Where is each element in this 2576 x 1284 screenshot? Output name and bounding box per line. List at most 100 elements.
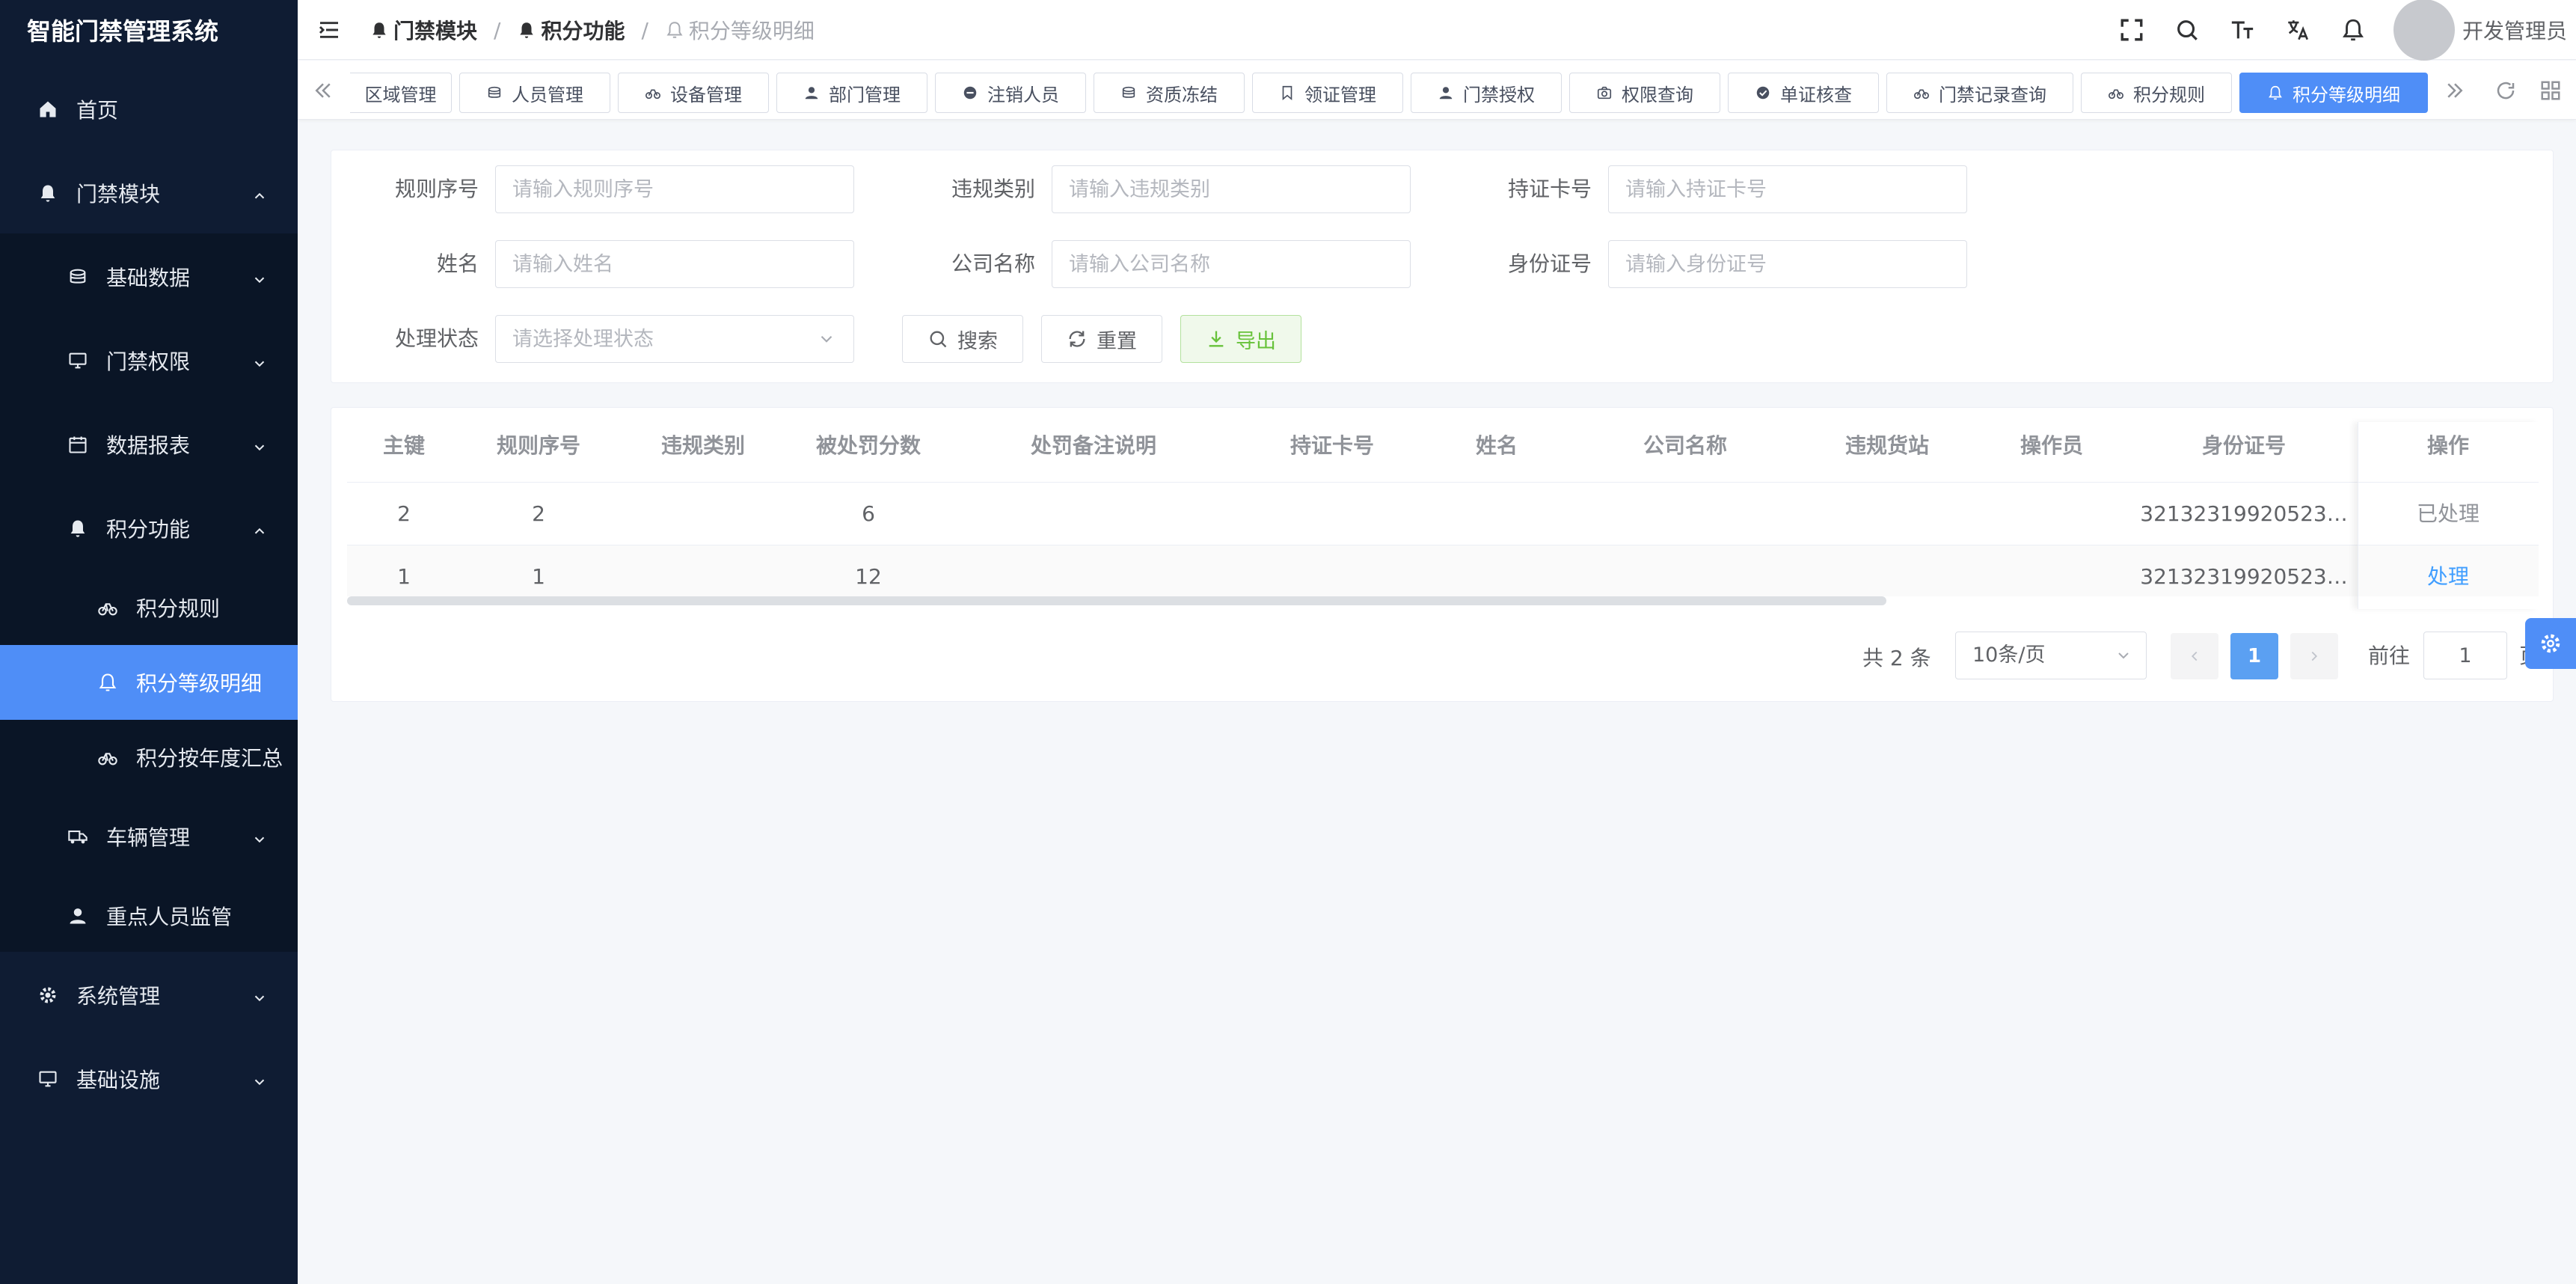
tag-permission-query[interactable]: 权限查询 [1569,73,1720,113]
page-size-value: 10条/页 [1972,643,2046,667]
export-button[interactable]: 导出 [1180,315,1301,363]
table-horizontal-scrollbar[interactable] [347,596,1886,605]
violation-category-input[interactable] [1052,165,1411,213]
double-chevron-right-icon[interactable] [2441,77,2468,104]
bookmark-icon [1279,85,1295,101]
tag-label: 积分等级明细 [2293,84,2400,106]
font-size-icon[interactable] [2227,15,2257,45]
avatar[interactable] [2393,0,2455,61]
hamburger-icon[interactable] [317,18,341,42]
search-button[interactable]: 搜索 [902,315,1023,363]
sidebar-item-label: 门禁权限 [106,349,191,374]
bicycle-icon [2108,85,2124,101]
app-title: 智能门禁管理系统 [27,17,219,46]
sidebar-item-key-personnel[interactable]: 重点人员监管 [0,877,298,955]
sidebar-item-data-report[interactable]: 数据报表 [0,406,298,483]
sidebar-item-label: 车辆管理 [106,825,191,850]
sidebar-item-basic-data[interactable]: 基础数据 [0,238,298,316]
sidebar-item-label: 积分功能 [106,517,191,542]
tag-region-management[interactable]: 区域管理 [350,73,452,113]
bell-icon [372,22,386,38]
tags-view-bar: 区域管理 人员管理 设备管理 部门管理 注销人员 资质冻结 领证管理 门禁授权 … [298,61,2576,120]
bicycle-icon [96,745,120,769]
refresh-icon[interactable] [2492,77,2519,104]
column-header-company: 公司名称 [1643,433,1727,458]
sidebar-item-vehicle-management[interactable]: 车辆管理 [0,798,298,875]
sidebar-item-access-module[interactable]: 门禁模块 [0,154,298,232]
tag-personnel-management[interactable]: 人员管理 [459,73,610,113]
cell-id-card: 32132319920523… [2140,501,2348,526]
tag-deregistered-personnel[interactable]: 注销人员 [935,73,1086,113]
tag-label: 人员管理 [512,84,583,106]
sidebar-item-access-permission[interactable]: 门禁权限 [0,322,298,400]
tag-device-management[interactable]: 设备管理 [618,73,769,113]
sidebar-item-home[interactable]: 首页 [0,70,298,148]
process-button[interactable]: 处理 [2358,545,2539,608]
sidebar-item-label: 基础数据 [106,266,191,290]
tag-qualification-freeze[interactable]: 资质冻结 [1094,73,1245,113]
translate-icon[interactable] [2283,15,2313,45]
tag-license-management[interactable]: 领证管理 [1252,73,1403,113]
tag-department-management[interactable]: 部门管理 [776,73,927,113]
search-icon [927,328,948,349]
tag-label: 权限查询 [1622,84,1693,106]
card-no-input[interactable] [1608,165,1967,213]
chevron-left-icon [2191,651,2198,661]
sidebar-item-points-level-detail[interactable]: 积分等级明细 [0,645,298,720]
violation-category-label: 违规类别 [951,177,1035,201]
check-circle-icon [1755,85,1771,101]
search-icon[interactable] [2172,15,2202,45]
rule-no-label: 规则序号 [394,177,479,201]
double-chevron-left-icon[interactable] [310,77,337,104]
tag-access-record-query[interactable]: 门禁记录查询 [1886,73,2073,113]
page-size-select[interactable]: 10条/页 [1955,632,2147,679]
truck-icon [66,825,90,849]
process-status-select[interactable] [495,315,854,363]
breadcrumb-label: 积分功能 [541,19,625,43]
tag-label: 资质冻结 [1146,84,1218,106]
tag-points-level-detail[interactable]: 积分等级明细 [2239,73,2428,113]
chevron-down-icon [251,436,268,453]
pagination-total: 共 2 条 [1862,646,1931,670]
id-card-input[interactable] [1608,240,1967,288]
column-header-remark: 处罚备注说明 [1030,433,1156,458]
breadcrumb-item[interactable]: 门禁模块 [369,15,477,45]
tag-document-verification[interactable]: 单证核查 [1728,73,1879,113]
next-page-button[interactable] [2290,633,2338,679]
tag-points-rules[interactable]: 积分规则 [2081,73,2232,113]
page-number-button[interactable]: 1 [2230,633,2278,679]
sidebar-item-infrastructure[interactable]: 基础设施 [0,1040,298,1118]
reset-button-label: 重置 [1097,329,1137,353]
prev-page-button[interactable] [2171,633,2218,679]
fullscreen-icon[interactable] [2117,15,2147,45]
name-input[interactable] [495,240,854,288]
tag-access-authorization[interactable]: 门禁授权 [1411,73,1562,113]
sidebar-item-label: 数据报表 [106,433,191,458]
chevron-down-icon [251,1071,268,1087]
monitor-icon [66,349,90,373]
user-icon [66,904,90,928]
refresh-icon [1067,328,1088,349]
tag-label: 积分规则 [2133,84,2205,106]
breadcrumb-item[interactable]: 积分功能 [517,15,625,45]
bell-outline-icon [96,670,120,694]
name-label: 姓名 [436,251,479,276]
grid-menu-icon[interactable] [2537,77,2564,104]
action-status-processed: 已处理 [2416,501,2480,526]
sidebar-item-points-yearly-summary[interactable]: 积分按年度汇总 [0,720,298,795]
user-name[interactable]: 开发管理员 [2462,15,2567,45]
cell-points: 6 [862,501,875,526]
sidebar-item-label: 门禁模块 [76,182,161,207]
notification-bell-icon[interactable] [2338,15,2368,45]
reset-button[interactable]: 重置 [1041,315,1162,363]
column-header-operator: 操作员 [2020,433,2083,458]
chevron-down-icon [817,329,836,349]
sidebar-item-system-management[interactable]: 系统管理 [0,956,298,1034]
settings-button[interactable] [2525,618,2576,669]
sidebar-item-points[interactable]: 积分功能 [0,489,298,567]
goto-page-input[interactable] [2423,632,2507,679]
sidebar-item-points-rules[interactable]: 积分规则 [0,570,298,645]
company-name-input[interactable] [1052,240,1411,288]
rule-no-input[interactable] [495,165,854,213]
tag-label: 门禁记录查询 [1939,84,2046,106]
